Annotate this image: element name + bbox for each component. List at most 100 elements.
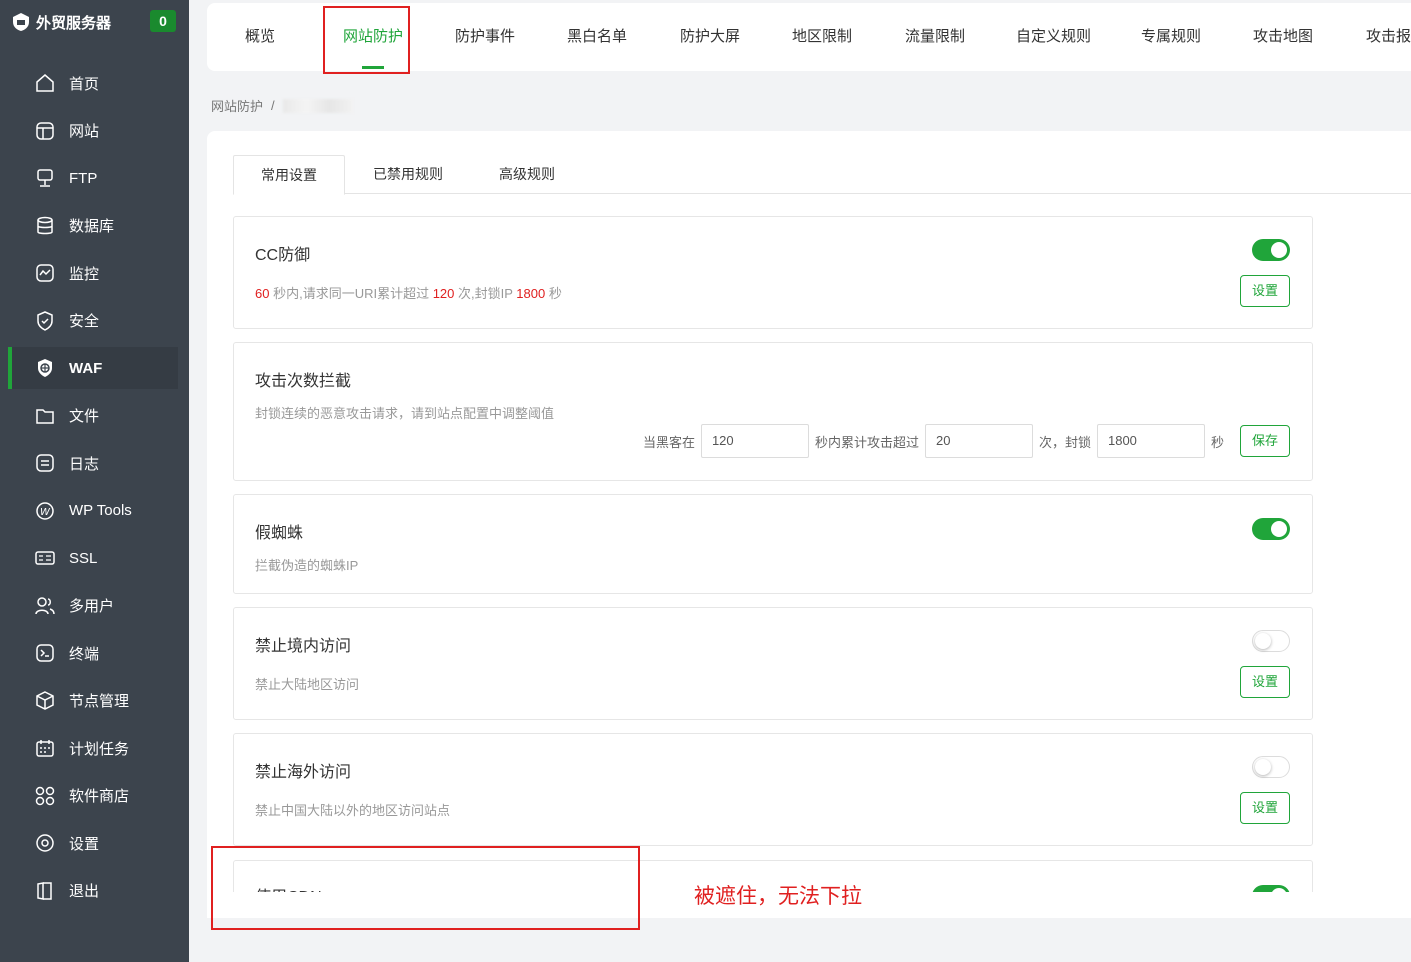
sidebar-item-label: 多用户 — [69, 598, 115, 615]
card-title: 禁止境内访问 — [255, 638, 352, 655]
cc-toggle[interactable] — [1252, 239, 1290, 261]
attack-count-input[interactable]: 20 — [924, 424, 1033, 458]
notification-badge[interactable]: 0 — [150, 10, 176, 32]
sidebar-item-0[interactable]: 首页 — [8, 62, 178, 104]
card-title: 禁止海外访问 — [255, 764, 352, 781]
domestic-toggle[interactable] — [1252, 630, 1290, 652]
spider-toggle[interactable] — [1252, 518, 1290, 540]
card-description: 封锁连续的恶意攻击请求，请到站点配置中调整阈值 — [255, 406, 555, 421]
waf-icon — [34, 357, 56, 379]
sidebar-item-1[interactable]: 网站 — [8, 110, 178, 152]
sidebar-item-15[interactable]: 软件商店 — [8, 775, 178, 817]
card-title: 假蜘蛛 — [255, 525, 304, 542]
tab-attack-report[interactable]: 攻击报 — [1366, 3, 1411, 71]
sidebar-item-4[interactable]: 监控 — [8, 252, 178, 294]
subtab-disabled-rules[interactable]: 已禁用规则 — [363, 155, 453, 194]
sidebar-item-label: 软件商店 — [69, 788, 130, 805]
cc-desc-text-3: 秒 — [545, 286, 562, 301]
card-title: 攻击次数拦截 — [255, 373, 352, 390]
sidebar-item-13[interactable]: 节点管理 — [8, 680, 178, 722]
cc-settings-button[interactable]: 设置 — [1240, 275, 1290, 307]
overseas-toggle[interactable] — [1252, 756, 1290, 778]
tab-custom-rules[interactable]: 自定义规则 — [1016, 3, 1091, 71]
card-cc-defense: CC防御 60 秒内,请求同一URI累计超过 120 次,封锁IP 1800 秒… — [233, 216, 1313, 329]
domestic-settings-button[interactable]: 设置 — [1240, 666, 1290, 698]
card-description: 禁止大陆地区访问 — [255, 677, 360, 692]
tab-overview[interactable]: 概览 — [245, 3, 275, 71]
users-icon — [34, 595, 56, 617]
tab-traffic-limit[interactable]: 流量限制 — [905, 3, 965, 71]
shield-icon — [34, 310, 56, 332]
attack-threshold-row: 当黑客在 120 秒内累计攻击超过 20 次，封锁 1800 秒 保存 — [643, 424, 1290, 458]
terminal-icon — [34, 642, 56, 664]
sidebar-item-label: 首页 — [69, 75, 100, 93]
ssl-icon — [34, 547, 56, 569]
tab-protection-events[interactable]: 防护事件 — [455, 3, 515, 71]
card-block-overseas: 禁止海外访问 禁止中国大陆以外的地区访问站点 设置 — [233, 733, 1313, 846]
sidebar-item-label: FTP — [69, 169, 98, 187]
breadcrumb: 网站防护 / — [211, 96, 353, 115]
card-attack-count: 攻击次数拦截 封锁连续的恶意攻击请求，请到站点配置中调整阈值 当黑客在 120 … — [233, 342, 1313, 481]
sidebar-item-16[interactable]: 设置 — [8, 822, 178, 864]
sidebar-item-label: WAF — [69, 359, 103, 377]
sidebar-item-label: 计划任务 — [69, 740, 130, 758]
sidebar-item-17[interactable]: 退出 — [8, 870, 178, 912]
tab-attack-map[interactable]: 攻击地图 — [1253, 3, 1313, 71]
sidebar-item-label: WP Tools — [69, 502, 132, 519]
sidebar-item-label: SSL — [69, 549, 98, 567]
sidebar-item-label: 设置 — [69, 835, 100, 853]
sidebar-item-label: 日志 — [69, 455, 100, 473]
sidebar-item-6[interactable]: WAF — [8, 347, 178, 389]
card-title: CC防御 — [255, 247, 311, 264]
sidebar-item-7[interactable]: 文件 — [8, 395, 178, 437]
breadcrumb-root[interactable]: 网站防护 — [211, 96, 263, 115]
sidebar-item-label: 安全 — [69, 313, 100, 330]
home-icon — [34, 72, 56, 94]
sidebar-item-12[interactable]: 终端 — [8, 632, 178, 674]
brand-name: 外贸服务器 — [36, 14, 112, 32]
sidebar-item-label: 终端 — [69, 645, 100, 663]
breadcrumb-separator: / — [271, 98, 275, 113]
sidebar-item-label: 网站 — [69, 123, 100, 140]
annotation-text: 被遮住，无法下拉 — [694, 885, 862, 908]
sidebar-item-3[interactable]: 数据库 — [8, 205, 178, 247]
sidebar-item-label: 监控 — [69, 265, 100, 283]
cdn-toggle[interactable] — [1252, 885, 1290, 892]
ftp-icon — [34, 167, 56, 189]
block-duration-input[interactable]: 1800 — [1096, 424, 1205, 458]
sidebar-item-14[interactable]: 计划任务 — [8, 727, 178, 769]
tab-black-white-list[interactable]: 黑白名单 — [567, 3, 627, 71]
tab-big-screen[interactable]: 防护大屏 — [680, 3, 740, 71]
tab-exclusive-rules[interactable]: 专属规则 — [1141, 3, 1201, 71]
sidebar-item-2[interactable]: FTP — [8, 157, 178, 199]
svg-text:W: W — [40, 507, 51, 518]
seconds-input[interactable]: 120 — [700, 424, 809, 458]
sidebar-item-8[interactable]: 日志 — [8, 442, 178, 484]
subtab-common-settings[interactable]: 常用设置 — [233, 155, 345, 195]
card-description: 禁止中国大陆以外的地区访问站点 — [255, 803, 451, 818]
sidebar-item-10[interactable]: SSL — [8, 537, 178, 579]
logout-icon — [34, 880, 56, 902]
sidebar-item-11[interactable]: 多用户 — [8, 585, 178, 627]
cc-desc-text-1: 秒内,请求同一URI累计超过 — [269, 286, 433, 301]
wordpress-icon: W — [34, 500, 56, 522]
cc-seconds-value: 60 — [255, 286, 270, 301]
tab-region-limit[interactable]: 地区限制 — [792, 3, 852, 71]
attack-save-button[interactable]: 保存 — [1240, 425, 1290, 457]
sidebar-item-9[interactable]: W WP Tools — [8, 490, 178, 532]
overseas-settings-button[interactable]: 设置 — [1240, 792, 1290, 824]
logo-icon — [13, 13, 29, 31]
threshold-label-3: 次，封锁 — [1038, 434, 1091, 450]
sidebar-item-label: 文件 — [69, 408, 100, 425]
brand[interactable]: 外贸服务器 — [10, 10, 111, 34]
highlight-box-obscured — [211, 846, 640, 930]
folder-icon — [34, 405, 56, 427]
cc-count-value: 120 — [432, 286, 455, 301]
calendar-icon — [34, 737, 56, 759]
subtab-advanced-rules[interactable]: 高级规则 — [483, 155, 571, 194]
card-fake-spider: 假蜘蛛 拦截伪造的蜘蛛IP — [233, 494, 1313, 594]
sidebar-item-5[interactable]: 安全 — [8, 300, 178, 342]
threshold-label-2: 秒内累计攻击超过 — [814, 434, 919, 450]
threshold-label-4: 秒 — [1210, 434, 1224, 450]
cube-icon — [34, 690, 56, 712]
